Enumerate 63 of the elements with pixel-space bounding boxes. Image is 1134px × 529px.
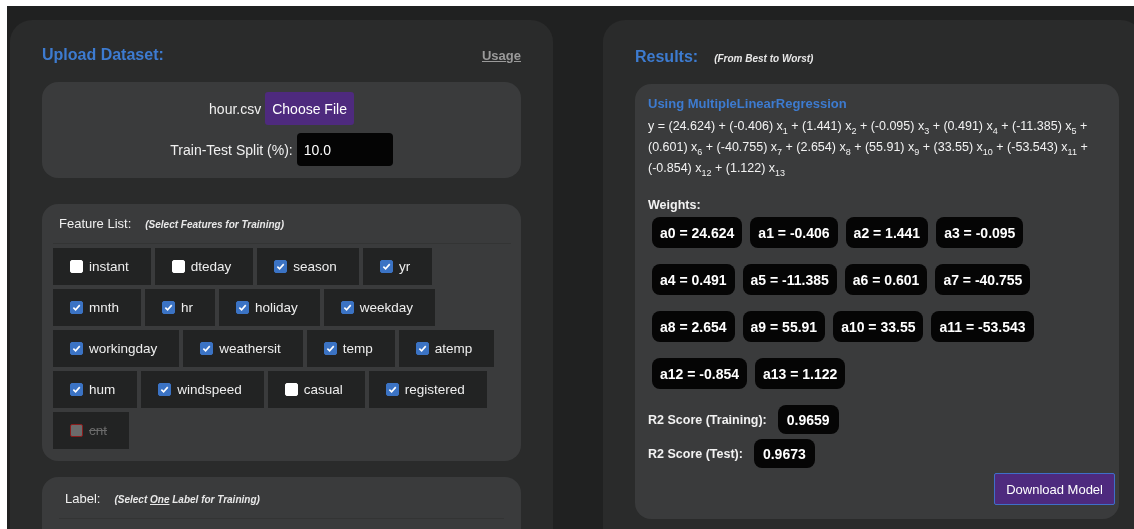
card-title: Feature List:	[59, 216, 132, 231]
feature-option[interactable]: hr	[145, 289, 216, 326]
feature-option[interactable]: casual	[267, 371, 365, 408]
section-title: Upload Dataset:	[42, 46, 164, 64]
feature-option[interactable]: dteday	[154, 248, 254, 285]
hint-text: (From Best to Worst)	[714, 53, 814, 64]
checkbox[interactable]	[340, 301, 354, 314]
hint-text: (Select Features for Training)	[145, 219, 284, 230]
model-name: Using MultipleLinearRegression	[648, 96, 848, 111]
checkbox[interactable]	[70, 301, 83, 314]
weight-chip: a6 = 0.601	[844, 264, 928, 295]
card-title: Label:	[65, 491, 101, 506]
feature-option[interactable]: hum	[53, 371, 138, 408]
feature-option[interactable]: instant	[53, 248, 151, 285]
file-name: hour.csv	[209, 100, 262, 117]
weight-chip: a8 = 2.654	[652, 311, 735, 342]
checkbox[interactable]	[158, 383, 172, 396]
weight-chip: a0 = 24.624	[652, 217, 743, 248]
score-label: R2 Score (Test):	[648, 446, 743, 461]
score-label: R2 Score (Training):	[648, 412, 767, 427]
section-title: Results:	[635, 48, 699, 66]
weight-chip: a2 = 1.441	[845, 217, 929, 248]
weight-chip: a1 = -0.406	[750, 217, 838, 248]
weights-title: Weights:	[648, 198, 702, 212]
checkbox[interactable]	[323, 342, 337, 355]
checkbox[interactable]	[200, 342, 214, 355]
checkbox[interactable]	[70, 342, 83, 355]
checkbox[interactable]	[385, 383, 399, 396]
feature-option[interactable]: holiday	[219, 289, 320, 326]
weight-chip: a5 = -11.385	[742, 264, 837, 295]
choose-file-button[interactable]: Choose File	[265, 92, 354, 125]
feature-option[interactable]: registered	[368, 371, 487, 408]
weight-chip: a10 = 33.55	[833, 311, 924, 342]
split-input[interactable]: 10.0	[296, 133, 393, 166]
feature-option[interactable]: mnth	[53, 289, 141, 326]
weight-chip: a13 = 1.122	[755, 358, 846, 389]
equation-text: y = (24.624) + (-0.406) x$_{1}$ + (1.441) x$_{2}$ + (-0.095) x$_{3}$ + (0.491) x$_{4}$ + (-11.385) x$_{5}$ + (0.601) x$_{6}$ + (-40.755) x$_{7}$ + (2.654) x$_{8}$ + (55.91) x$_{9}$ + (33.55) x$_{10}$ + (-53.543) x$_{11}$ + (-0.854) x$_{12}$ + (1.122) x$_{13}$	[648, 118, 1089, 180]
feature-option[interactable]: workingday	[53, 330, 180, 367]
checkbox[interactable]	[415, 342, 429, 355]
feature-option[interactable]: season	[257, 248, 359, 285]
weight-chip: a9 = 55.91	[742, 311, 826, 342]
weight-chip: a3 = -0.095	[936, 217, 1024, 248]
checkbox[interactable]	[236, 301, 250, 314]
weight-chip: a11 = -53.543	[931, 311, 1034, 342]
field-label: Train-Test Split (%):	[170, 141, 293, 158]
usage-link[interactable]: Usage	[481, 48, 521, 63]
download-button[interactable]: Download Model	[994, 473, 1115, 505]
weight-chip: a4 = 0.491	[652, 264, 735, 295]
score-value: 0.9659	[777, 405, 839, 434]
feature-option[interactable]: weathersit	[183, 330, 303, 367]
score-value: 0.9673	[753, 439, 815, 468]
weight-chip: a12 = -0.854	[652, 358, 747, 389]
feature-option[interactable]: windspeed	[141, 371, 264, 408]
checkbox[interactable]	[274, 260, 288, 273]
feature-option[interactable]: yr	[362, 248, 433, 285]
weight-chip: a7 = -40.755	[935, 264, 1031, 295]
hint-text: (Select One Label for Training)	[114, 494, 260, 505]
checkbox[interactable]	[162, 301, 175, 314]
checkbox[interactable]	[379, 260, 393, 273]
checkbox[interactable]	[70, 383, 83, 396]
feature-option[interactable]: atemp	[398, 330, 495, 367]
feature-option[interactable]: weekday	[323, 289, 436, 326]
feature-option[interactable]: temp	[306, 330, 395, 367]
